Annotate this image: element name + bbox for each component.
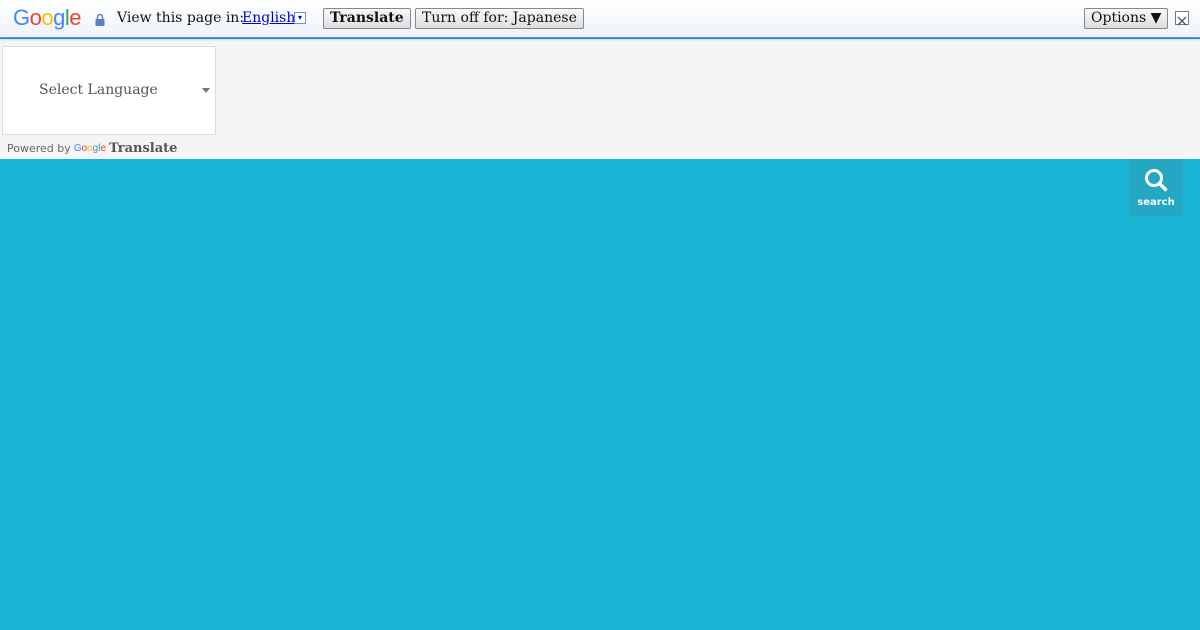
powered-by-text: Powered by bbox=[7, 142, 71, 155]
search-icon bbox=[1145, 169, 1168, 192]
language-link[interactable]: English bbox=[242, 10, 295, 27]
translate-widget-strip: Select Language Powered by Google Transl… bbox=[0, 39, 1200, 159]
search-button[interactable]: search bbox=[1129, 159, 1183, 216]
translate-button[interactable]: Translate bbox=[323, 8, 411, 29]
language-dropdown-icon[interactable]: ▾ bbox=[294, 12, 306, 24]
turn-off-button[interactable]: Turn off for: Japanese bbox=[415, 8, 584, 29]
translate-prompt: View this page in: bbox=[117, 10, 245, 26]
search-label: search bbox=[1137, 197, 1175, 208]
chevron-down-icon bbox=[202, 88, 210, 93]
google-mini-logo: Google bbox=[73, 143, 107, 154]
options-button[interactable]: Options ▼ bbox=[1084, 8, 1169, 29]
language-select[interactable]: Select Language bbox=[2, 46, 216, 135]
lock-icon bbox=[95, 12, 105, 26]
powered-by: Powered by Google Translate bbox=[7, 141, 177, 156]
language-select-label: Select Language bbox=[39, 82, 158, 98]
close-icon[interactable] bbox=[1175, 11, 1189, 26]
google-logo: Google bbox=[13, 5, 82, 30]
translate-brand-link[interactable]: Translate bbox=[109, 141, 177, 156]
translate-bar: Google View this page in: English ▾ Tran… bbox=[0, 0, 1200, 38]
